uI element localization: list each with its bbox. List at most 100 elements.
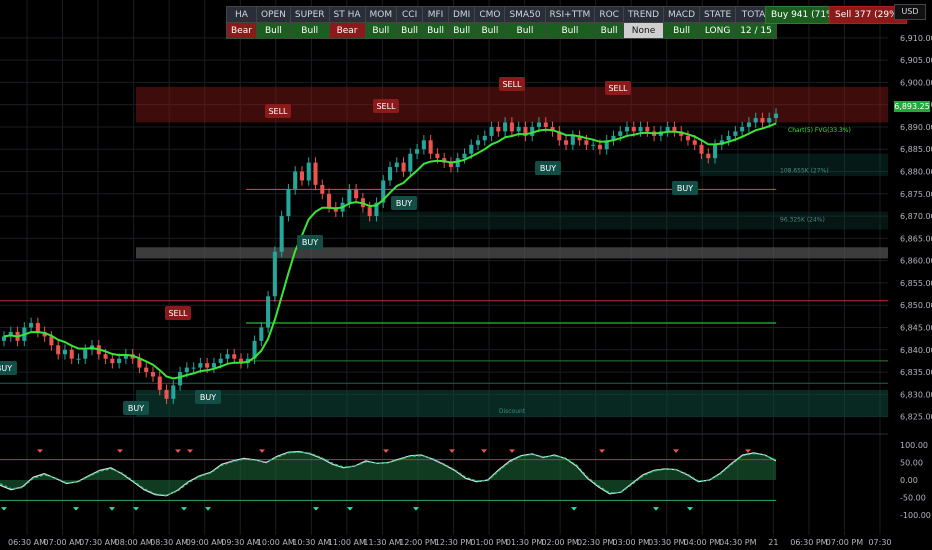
signal-col-header: TREND bbox=[622, 6, 665, 23]
candle-body bbox=[313, 162, 318, 185]
candle-body bbox=[272, 251, 277, 297]
x-tick-label: 01:30 PM bbox=[506, 538, 543, 547]
chart-annotation: 96.325K (24%) bbox=[780, 216, 825, 223]
candle-body bbox=[740, 126, 745, 132]
candle-body bbox=[726, 135, 731, 141]
y-tick-label: 6,870.00 bbox=[900, 212, 932, 221]
signal-col-header: CMO bbox=[474, 6, 506, 23]
osc-y-tick-label: 50.00 bbox=[900, 459, 923, 468]
x-tick-label: 06:30 PM bbox=[790, 538, 827, 547]
candle-body bbox=[760, 118, 765, 123]
candle-body bbox=[103, 354, 108, 359]
candle-body bbox=[584, 140, 589, 145]
candle-body bbox=[618, 131, 623, 136]
y-tick-label: 6,890.00 bbox=[900, 123, 932, 132]
currency-button[interactable]: USD bbox=[894, 4, 926, 20]
candle-body bbox=[83, 349, 88, 359]
sell-label: SELL bbox=[373, 99, 399, 113]
x-tick-label: 12:00 PM bbox=[399, 538, 436, 547]
candle-body bbox=[435, 153, 440, 159]
signal-value: Bull bbox=[504, 22, 546, 39]
osc-down-marker bbox=[449, 449, 455, 453]
candle-body bbox=[178, 372, 183, 386]
signal-col-header: RSI+TTM bbox=[544, 6, 596, 23]
osc-up-marker bbox=[73, 507, 79, 511]
candle-body bbox=[631, 126, 636, 132]
candle-body bbox=[218, 358, 223, 364]
candle-body bbox=[428, 140, 433, 154]
y-tick-label: 6,830.00 bbox=[900, 390, 932, 399]
candle-body bbox=[401, 162, 406, 172]
candle-body bbox=[503, 122, 508, 132]
signal-value: Bull bbox=[663, 22, 701, 39]
candle-body bbox=[482, 135, 487, 141]
candle-body bbox=[184, 367, 189, 373]
main-chart[interactable]: Chart(5) FVG(33.3%) 108.655K (27%) 96.325K… bbox=[0, 0, 932, 550]
candle-body bbox=[62, 349, 67, 355]
osc-down-marker bbox=[383, 449, 389, 453]
signal-value: Bear bbox=[226, 22, 257, 39]
candle-body bbox=[320, 184, 325, 194]
signal-col-header: OPEN bbox=[255, 6, 291, 23]
osc-y-tick-label: 0.00 bbox=[900, 476, 918, 485]
candle-body bbox=[394, 162, 399, 168]
osc-down-marker bbox=[259, 449, 265, 453]
candle-body bbox=[624, 126, 630, 132]
signal-value: Bull bbox=[544, 22, 596, 39]
x-tick-label: 04:30 PM bbox=[719, 538, 756, 547]
candle-body bbox=[327, 193, 332, 208]
x-tick-label: 11:00 AM bbox=[328, 538, 366, 547]
osc-up-marker bbox=[181, 507, 187, 511]
sell-label: SELL bbox=[499, 77, 525, 91]
signal-value: 12 / 15 bbox=[735, 22, 777, 39]
candle-body bbox=[516, 126, 521, 132]
osc-y-tick-label: -50.00 bbox=[900, 493, 926, 502]
y-tick-label: 6,865.00 bbox=[900, 234, 932, 243]
signal-value: Bull bbox=[422, 22, 449, 39]
candle-body bbox=[157, 376, 162, 390]
candle-body bbox=[299, 171, 304, 181]
candle-body bbox=[638, 126, 643, 132]
buy-label: BUY bbox=[391, 196, 417, 210]
candle-body bbox=[733, 131, 738, 136]
sell-label: SELL bbox=[265, 104, 291, 118]
candle-body bbox=[692, 140, 697, 145]
x-tick-label: 07:30 AM bbox=[79, 538, 117, 547]
x-tick-label: 03:30 PM bbox=[648, 538, 685, 547]
candle-body bbox=[753, 118, 758, 123]
candle-body bbox=[191, 367, 196, 369]
candle-body bbox=[198, 363, 203, 368]
signal-table-values: Bear Bull Bull Bear Bull Bull Bull Bull Bull Bull… bbox=[226, 22, 777, 39]
candle-body bbox=[144, 367, 149, 373]
x-tick-label: 12:30 PM bbox=[435, 538, 472, 547]
buy-label: BUY bbox=[535, 161, 561, 175]
sell-label: SELL bbox=[165, 306, 191, 320]
y-tick-label: 6,825.00 bbox=[900, 413, 932, 422]
signal-col-header: STATE bbox=[699, 6, 737, 23]
candle-body bbox=[543, 122, 548, 127]
buy-label: BUY bbox=[195, 390, 221, 404]
buy-label: BUY bbox=[123, 401, 149, 415]
signal-labels: SELL SELL SELL SELL SELL BUY BUY BUY BUY BUY BUY BU… bbox=[0, 77, 698, 415]
buy-label: BUY bbox=[0, 361, 17, 375]
y-tick-label: 6,880.00 bbox=[900, 168, 932, 177]
signal-col-header: ST HA bbox=[328, 6, 366, 23]
candle-body bbox=[232, 354, 237, 359]
candle-body bbox=[347, 189, 352, 203]
osc-down-marker bbox=[175, 449, 181, 453]
candle-body bbox=[49, 336, 54, 346]
buy-label-text: BUY bbox=[200, 393, 216, 402]
osc-down-marker bbox=[187, 449, 193, 453]
candle-body bbox=[306, 162, 311, 181]
neutral-zone bbox=[136, 247, 888, 259]
x-tick-label: 10:30 AM bbox=[292, 538, 330, 547]
osc-down-marker bbox=[745, 449, 751, 453]
signal-col-header: DMI bbox=[447, 6, 476, 23]
sell-label-text: SELL bbox=[608, 84, 628, 93]
candle-body bbox=[496, 126, 501, 132]
osc-up-marker bbox=[347, 507, 353, 511]
candle-body bbox=[536, 122, 542, 127]
chart-annotation: Chart(5) FVG(33.3%) bbox=[788, 127, 851, 134]
x-tick-label: 08:00 AM bbox=[115, 538, 153, 547]
candle-body bbox=[171, 385, 176, 399]
